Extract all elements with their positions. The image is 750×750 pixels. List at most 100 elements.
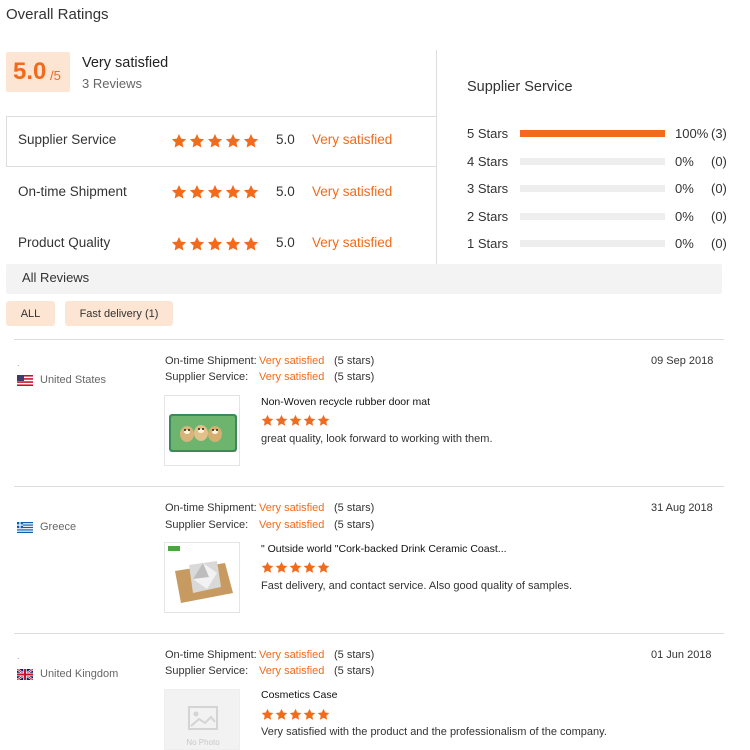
breakdown-bar — [520, 240, 665, 247]
star-icon — [189, 133, 205, 149]
breakdown-count: (0) — [711, 209, 727, 224]
breakdown-title: Supplier Service — [467, 79, 573, 95]
review-date: 31 Aug 2018 — [651, 502, 713, 514]
rating-value: 5.0 — [276, 184, 295, 199]
review-service-value: Very satisfied — [259, 665, 325, 677]
rating-stars — [171, 133, 259, 149]
star-icon — [303, 561, 316, 574]
breakdown-label: 3 Stars — [467, 181, 509, 196]
divider — [6, 116, 7, 166]
breakdown-label: 2 Stars — [467, 209, 509, 224]
review-shipment-label: On-time Shipment: — [165, 649, 257, 661]
breakdown-label: 5 Stars — [467, 126, 509, 141]
breakdown-count: (0) — [711, 236, 727, 251]
breakdown-label: 4 Stars — [467, 154, 509, 169]
review-service-stars: (5 stars) — [334, 371, 375, 383]
review-dot: . — [17, 651, 20, 661]
breakdown-percent: 0% — [675, 209, 694, 224]
review-divider — [14, 633, 724, 634]
breakdown-count: (0) — [711, 181, 727, 196]
no-photo-label: No Photo — [186, 738, 220, 747]
review-shipment-stars: (5 stars) — [334, 649, 375, 661]
product-thumbnail[interactable] — [164, 542, 240, 613]
review-service-label: Supplier Service: — [165, 371, 249, 383]
star-icon — [243, 133, 259, 149]
us-flag-icon — [17, 375, 33, 386]
breakdown-count: (0) — [711, 154, 727, 169]
review-divider — [14, 339, 724, 340]
star-icon — [261, 708, 274, 721]
review-country: United Kingdom — [40, 668, 119, 680]
divider — [6, 166, 436, 167]
review-shipment-stars: (5 stars) — [334, 502, 375, 514]
star-icon — [243, 184, 259, 200]
rating-stars — [171, 184, 259, 200]
rating-label-on-time-shipment: On-time Shipment — [18, 184, 127, 199]
all-reviews-header — [6, 264, 722, 294]
review-text: great quality, look forward to working w… — [261, 433, 493, 445]
star-icon — [225, 133, 241, 149]
rating-stars — [171, 236, 259, 252]
product-thumbnail-no-photo[interactable]: No Photo — [164, 689, 240, 750]
review-service-label: Supplier Service: — [165, 665, 249, 677]
rating-value: 5.0 — [276, 235, 295, 250]
review-shipment-value: Very satisfied — [259, 649, 325, 661]
rating-text: Very satisfied — [312, 132, 393, 147]
review-product-link[interactable]: Non-Woven recycle rubber door mat — [261, 396, 430, 408]
rating-value: 5.0 — [276, 132, 295, 147]
uk-flag-icon — [17, 669, 33, 680]
review-dot: . — [17, 358, 20, 368]
review-stars — [261, 708, 330, 721]
review-stars — [261, 561, 330, 574]
star-icon — [317, 414, 330, 427]
rating-text: Very satisfied — [312, 184, 393, 199]
review-text: Fast delivery, and contact service. Also… — [261, 580, 573, 592]
filter-fast-delivery-button[interactable]: Fast delivery (1) — [65, 301, 173, 326]
star-icon — [243, 236, 259, 252]
star-icon — [189, 184, 205, 200]
star-icon — [303, 708, 316, 721]
star-icon — [171, 133, 187, 149]
all-reviews-title: All Reviews — [22, 270, 90, 285]
breakdown-percent: 0% — [675, 181, 694, 196]
review-date: 09 Sep 2018 — [651, 355, 714, 367]
review-text: Very satisfied with the product and the … — [261, 726, 607, 738]
divider — [6, 116, 436, 117]
star-icon — [207, 184, 223, 200]
review-country: United States — [40, 374, 107, 386]
rating-text: Very satisfied — [312, 235, 393, 250]
breakdown-count: (3) — [711, 126, 727, 141]
star-icon — [317, 708, 330, 721]
review-shipment-value: Very satisfied — [259, 502, 325, 514]
breakdown-label: 1 Stars — [467, 236, 509, 251]
review-product-link[interactable]: " Outside world "Cork-backed Drink Ceram… — [261, 543, 507, 555]
star-icon — [275, 561, 288, 574]
door-mat-image — [165, 396, 239, 465]
star-icon — [207, 236, 223, 252]
star-icon — [207, 133, 223, 149]
overall-review-count: 3 Reviews — [82, 76, 142, 91]
overall-satisfaction-label: Very satisfied — [82, 55, 169, 71]
product-thumbnail[interactable] — [164, 395, 240, 466]
breakdown-bar — [520, 158, 665, 165]
divider — [436, 50, 437, 117]
review-service-stars: (5 stars) — [334, 519, 375, 531]
review-date: 01 Jun 2018 — [651, 649, 712, 661]
divider — [436, 116, 437, 166]
filter-all-button[interactable]: ALL — [6, 301, 55, 326]
review-shipment-label: On-time Shipment: — [165, 355, 257, 367]
review-service-stars: (5 stars) — [334, 665, 375, 677]
greece-flag-icon — [17, 522, 33, 533]
star-icon — [289, 414, 302, 427]
breakdown-percent: 0% — [675, 154, 694, 169]
star-icon — [225, 184, 241, 200]
breakdown-bar — [520, 185, 665, 192]
review-product-link[interactable]: Cosmetics Case — [261, 689, 337, 701]
rating-label-product-quality: Product Quality — [18, 235, 111, 250]
review-country: Greece — [40, 521, 77, 533]
star-icon — [289, 561, 302, 574]
star-icon — [189, 236, 205, 252]
star-icon — [275, 708, 288, 721]
overall-score: 5.0 — [13, 58, 47, 85]
star-icon — [261, 561, 274, 574]
